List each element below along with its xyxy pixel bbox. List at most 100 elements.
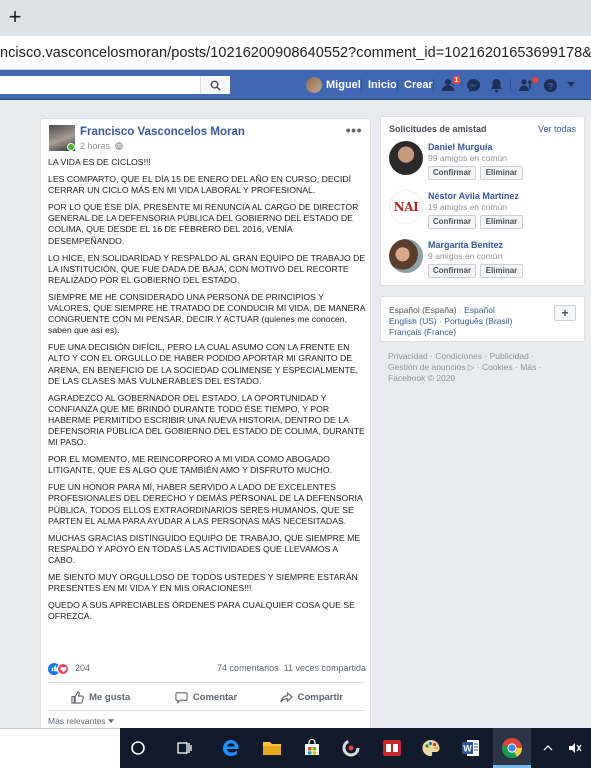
help-icon[interactable]: ? [541, 76, 559, 94]
share-label: Compartir [297, 691, 344, 703]
address-bar[interactable]: ncisco.vasconcelosmoran/posts/1021620090… [0, 36, 591, 70]
language-link[interactable]: Português (Brasil) [444, 316, 512, 326]
svg-text:?: ? [547, 81, 553, 91]
language-link[interactable]: English (US) [389, 316, 437, 326]
paint-app-icon[interactable] [419, 736, 443, 760]
microsoft-store-icon[interactable] [300, 736, 324, 760]
confirm-button[interactable]: Confirmar [428, 166, 476, 180]
comment-sort-dropdown[interactable]: Más relevantes [48, 716, 115, 726]
delete-button[interactable]: Eliminar [480, 264, 523, 278]
comments-shares-summary: 74 comentarios 11 veces compartida [217, 663, 366, 673]
friend-name[interactable]: Margarita Benitez [428, 240, 503, 250]
current-language: Español (España) [389, 305, 457, 315]
see-all-link[interactable]: Ver todas [538, 124, 576, 134]
like-button[interactable]: Me gusta [48, 685, 153, 709]
cortana-search-icon[interactable] [126, 736, 150, 760]
chrome-taskbar-button[interactable] [493, 728, 531, 768]
delete-button[interactable]: Eliminar [480, 215, 523, 229]
file-explorer-icon[interactable] [260, 736, 284, 760]
post-paragraph: QUEDO A SUS APRECIABLES ÓRDENES PARA CUA… [48, 600, 355, 622]
online-status-dot [67, 143, 75, 151]
user-avatar[interactable] [306, 77, 322, 93]
chevron-down-icon [108, 719, 115, 723]
language-link[interactable]: Español [464, 305, 495, 315]
love-reaction-icon [57, 663, 69, 675]
task-view-icon[interactable] [172, 736, 196, 760]
friend-requests-panel: Solicitudes de amistad Ver todas Daniel … [380, 116, 585, 286]
post-time-text: 2 horas [80, 141, 111, 151]
nav-home-link[interactable]: Inicio [368, 70, 397, 100]
post-timestamp[interactable]: 2 horas [80, 141, 123, 151]
friend-request-item: Daniel Murguía 99 amigos en común Confir… [389, 141, 579, 187]
mutual-friends[interactable]: 19 amigos en común [428, 202, 507, 212]
comment-label: Comentar [192, 691, 238, 703]
languages-panel: Español (España) · Español English (US) … [380, 296, 585, 342]
new-tab-button[interactable]: + [4, 3, 26, 31]
friend-requests-title: Solicitudes de amistad [389, 124, 487, 134]
post-paragraph: POR LO QUE ÉSE DÍA, PRESENTE MI RENUNCIA… [48, 202, 359, 246]
reaction-count[interactable]: 204 [75, 663, 90, 673]
footer-copyright: Facebook © 2020 [388, 373, 456, 383]
friend-photo[interactable] [389, 141, 423, 175]
reader-app-icon[interactable] [380, 736, 404, 760]
post-paragraph: SIEMPRE ME HE CONSIDERADO UNA PERSONA DE… [48, 291, 365, 336]
friend-request-item: Margarita Benitez 9 amigos en común Conf… [389, 239, 579, 285]
page-footer: Privacidad · Condiciones · Publicidad · … [388, 351, 584, 384]
friend-name[interactable]: Néstor Avila Martínez [428, 191, 519, 201]
friend-photo[interactable]: NAI [389, 190, 423, 224]
post-paragraph: LO HICE, EN SOLIDARIDAD Y RESPALDO AL GR… [48, 252, 366, 285]
post-paragraph: MUCHAS GRACIAS DISTINGUIDO EQUIPO DE TRA… [48, 532, 361, 565]
share-count[interactable]: 11 veces compartida [284, 663, 366, 673]
language-link[interactable]: Français (France) [389, 327, 456, 337]
nav-separator [397, 79, 398, 91]
account-menu-caret-icon[interactable] [562, 76, 580, 94]
post-paragraph: FUE UN HONOR PARA MÍ, HABER SERVIDO A LA… [48, 482, 363, 526]
app-ring-icon[interactable] [339, 736, 363, 760]
friend-name[interactable]: Daniel Murguía [428, 142, 493, 152]
share-button[interactable]: Compartir [259, 685, 364, 709]
reaction-icons[interactable] [48, 663, 74, 675]
tray-chevron-icon[interactable] [536, 736, 560, 760]
search-input[interactable] [0, 76, 230, 94]
tray-status-icons[interactable] [560, 736, 590, 760]
word-icon[interactable]: W [459, 736, 483, 760]
browser-tab-strip: + [0, 0, 591, 36]
share-icon [279, 691, 293, 702]
post-paragraph: POR EL MOMENTO, ME REINCORPORO A MI VIDA… [48, 454, 333, 476]
comment-sort-label: Más relevantes [48, 716, 106, 726]
messenger-icon[interactable] [464, 76, 482, 94]
footer-links-line[interactable]: Gestión de anuncios ▷ · Cookies · Más · [388, 362, 584, 373]
edge-browser-icon[interactable] [219, 736, 243, 760]
url-text[interactable]: ncisco.vasconcelosmoran/posts/1021620090… [0, 36, 591, 70]
confirm-button[interactable]: Confirmar [428, 264, 476, 278]
facebook-top-bar: Miguel Inicio Crear 1 ? [0, 70, 591, 100]
mutual-friends[interactable]: 99 amigos en común [428, 153, 507, 163]
post-paragraph: LES COMPARTO, QUE EL DÍA 15 DE ENERO DEL… [48, 174, 352, 196]
post-author[interactable]: Francisco Vasconcelos Moran [80, 126, 245, 138]
footer-links-line[interactable]: Privacidad · Condiciones · Publicidad · [388, 351, 584, 362]
nav-create-link[interactable]: Crear [404, 70, 433, 100]
comment-count[interactable]: 74 comentarios [217, 663, 279, 673]
chrome-icon [502, 738, 523, 759]
friend-photo-logo-text: NAI [393, 200, 419, 214]
post-options-icon[interactable]: ••• [346, 122, 362, 138]
globe-icon [114, 142, 123, 150]
horizontal-scroll-area [0, 728, 120, 768]
comment-icon [175, 691, 188, 704]
divider [48, 710, 364, 711]
comment-button[interactable]: Comentar [153, 685, 258, 709]
post-paragraph: FUE UNA DECISIÓN DIFÍCIL, PERO LA CUAL A… [48, 342, 359, 386]
separator: · [456, 305, 465, 315]
post-stats: 204 74 comentarios 11 veces compartida [48, 662, 366, 678]
notifications-bell-icon[interactable] [487, 76, 505, 94]
add-language-button[interactable]: + [554, 305, 576, 321]
friend-photo[interactable] [389, 239, 423, 273]
confirm-button[interactable]: Confirmar [428, 215, 476, 229]
post-card: Francisco Vasconcelos Moran 2 horas ••• … [40, 118, 371, 738]
post-actions: Me gusta Comentar Compartir [48, 685, 364, 709]
post-paragraph: LA VIDA ES DE CICLOS!!! [48, 157, 151, 167]
search-button[interactable] [200, 76, 230, 94]
nav-profile-link[interactable]: Miguel [326, 70, 361, 100]
delete-button[interactable]: Eliminar [480, 166, 523, 180]
mutual-friends[interactable]: 9 amigos en común [428, 251, 502, 261]
